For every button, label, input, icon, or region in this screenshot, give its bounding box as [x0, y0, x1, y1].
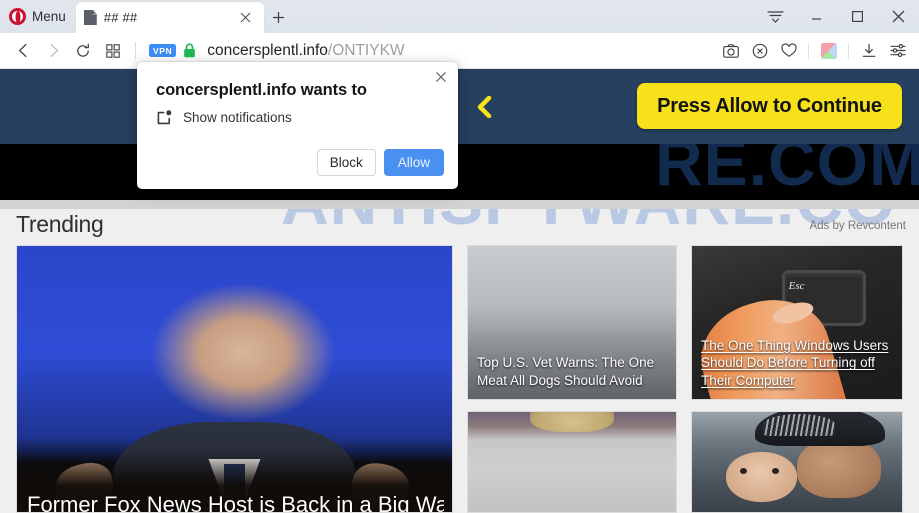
menu-label: Menu: [32, 8, 66, 24]
url-host: concersplentl.info: [207, 41, 328, 59]
toolbar-divider: [848, 42, 849, 59]
chevron-left-icon[interactable]: [474, 95, 494, 119]
press-allow-to-continue-button[interactable]: Press Allow to Continue: [637, 83, 902, 129]
toolbar-divider: [135, 42, 136, 59]
close-icon[interactable]: [430, 66, 452, 88]
heart-icon[interactable]: [774, 36, 803, 65]
browser-tab[interactable]: ## ##: [75, 2, 264, 33]
download-icon[interactable]: [854, 36, 883, 65]
opera-menu-button[interactable]: Menu: [0, 0, 76, 33]
cube-icon[interactable]: [814, 36, 843, 65]
grey-divider: [0, 200, 919, 209]
vpn-badge[interactable]: VPN: [149, 43, 177, 58]
new-tab-button[interactable]: [264, 2, 294, 33]
tab-title: ## ##: [103, 10, 138, 25]
page-favicon-icon: [83, 10, 97, 25]
hero-card-title: Former Fox News Host is Back in a Big Wa…: [27, 491, 444, 513]
ad-card-grid: Former Fox News Host is Back in a Big Wa…: [0, 245, 919, 513]
url-path: /ONTIYKW: [327, 41, 405, 59]
url-display[interactable]: concersplentl.info/ONTIYKW: [207, 42, 404, 60]
minimize-icon[interactable]: [796, 0, 837, 33]
page-title: Trending: [16, 211, 104, 237]
opera-logo-icon: [9, 8, 26, 25]
notification-bell-icon: [156, 109, 173, 126]
hero-image: [17, 246, 452, 512]
permission-label: Show notifications: [183, 110, 292, 125]
maximize-icon[interactable]: [837, 0, 878, 33]
notification-permission-dialog: concersplentl.info wants to Show notific…: [137, 62, 458, 189]
hero-card[interactable]: Former Fox News Host is Back in a Big Wa…: [16, 245, 453, 513]
toolbar-divider: [808, 42, 809, 59]
forward-button[interactable]: [38, 36, 68, 66]
ad-card-blonde[interactable]: [467, 411, 677, 513]
ads-by-label: Ads by Revcontent: [809, 220, 906, 232]
dialog-buttons: Block Allow: [316, 149, 444, 176]
easy-setup-top-icon[interactable]: [755, 0, 796, 33]
toolbar-right-icons: [716, 36, 919, 65]
close-window-icon[interactable]: [878, 0, 919, 33]
trending-section: ANTISPYWARE.CO Trending Ads by Revconten…: [0, 209, 919, 513]
ad-card-vet-warns[interactable]: Top U.S. Vet Warns: The One Meat All Dog…: [467, 245, 677, 400]
ad-card-dad-baby[interactable]: [691, 411, 903, 513]
ad-card-image: [468, 412, 676, 512]
ad-card-image: [692, 412, 902, 512]
watermark-top: RE.COM: [655, 144, 919, 199]
tab-close-icon[interactable]: [236, 8, 256, 28]
camera-icon[interactable]: [716, 36, 745, 65]
sliders-icon[interactable]: [883, 36, 912, 65]
esc-key-label: Esc: [788, 279, 805, 292]
permission-row: Show notifications: [156, 109, 292, 126]
tab-strip: Menu ## ##: [0, 0, 919, 33]
back-button[interactable]: [8, 36, 38, 66]
ad-card-title: The One Thing Windows Users Should Do Be…: [701, 337, 889, 389]
shield-x-icon[interactable]: [745, 36, 774, 65]
window-controls: [755, 0, 919, 33]
trending-header: Trending Ads by Revcontent: [0, 209, 919, 245]
ad-card-windows-esc[interactable]: Esc The One Thing Windows Users Should D…: [691, 245, 903, 400]
reload-button[interactable]: [68, 36, 98, 66]
ad-card-title: Top U.S. Vet Warns: The One Meat All Dog…: [477, 355, 655, 389]
allow-button[interactable]: Allow: [383, 149, 444, 176]
browser-window: Menu ## ## VPN concersplentl.info/ONTIYK…: [0, 0, 919, 513]
block-button[interactable]: Block: [316, 149, 376, 176]
padlock-icon[interactable]: [183, 43, 196, 58]
speed-dial-button[interactable]: [98, 36, 128, 66]
dialog-title: concersplentl.info wants to: [156, 81, 367, 99]
